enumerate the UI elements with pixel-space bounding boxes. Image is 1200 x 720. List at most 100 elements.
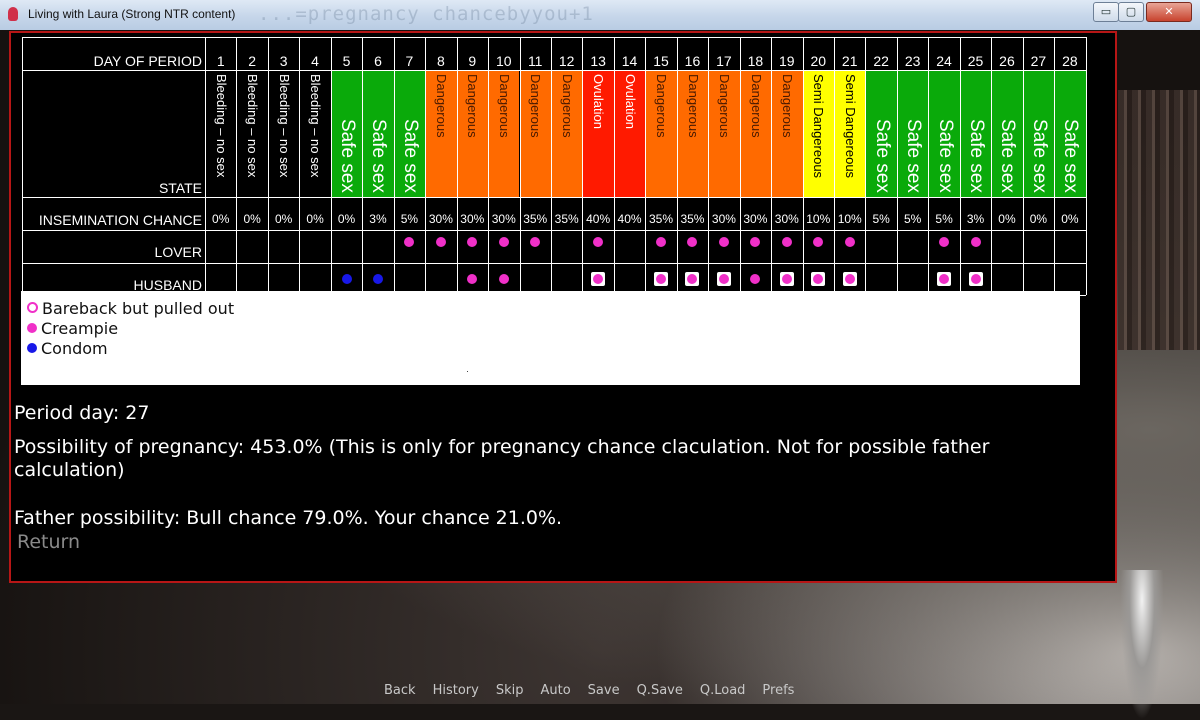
lover-creampie-marker: [687, 237, 698, 247]
grid-line-v: [1085, 37, 1087, 295]
state-label: Safe sex: [903, 119, 925, 193]
state-label: Safe sex: [965, 119, 987, 193]
insemination-chance: 0%: [337, 212, 356, 226]
husband-pulled-marker: [937, 272, 952, 286]
quick-menu-skip[interactable]: Skip: [496, 683, 524, 698]
quick-menu-prefs[interactable]: Prefs: [762, 683, 794, 698]
quick-menu-qload[interactable]: Q.Load: [700, 683, 746, 698]
husband-pulled-marker: [591, 272, 606, 286]
period-day-text: Period day: 27: [14, 402, 150, 424]
husband-pulled-marker: [811, 272, 826, 286]
state-label: Safe sex: [997, 119, 1019, 193]
close-button[interactable]: ✕: [1146, 2, 1192, 22]
state-label: Safe sex: [934, 119, 956, 193]
day-number: 22: [873, 53, 889, 69]
quick-menu-auto[interactable]: Auto: [540, 683, 570, 698]
period-dialog: DAY OF PERIOD STATE INSEMINATION CHANCE …: [9, 31, 1117, 583]
insemination-chance: 0%: [1061, 212, 1079, 226]
state-cell-dangerous: Dangerous: [709, 71, 740, 197]
grid-line-h: [22, 230, 1086, 231]
legend-condom-label: Condom: [41, 339, 108, 358]
insemination-chance: 30%: [460, 212, 485, 226]
state-label: Dangerous: [559, 74, 575, 138]
day-number: 18: [747, 53, 764, 69]
insemination-chance: 30%: [743, 212, 768, 226]
state-label: Safe sex: [336, 119, 358, 193]
state-cell-safe: Safe sex: [363, 71, 394, 197]
state-label: Safe sex: [1028, 119, 1050, 193]
state-label: Bleeding – no sex: [213, 74, 229, 178]
insemination-chance: 3%: [369, 212, 387, 226]
state-cell-dangerous: Dangerous: [551, 71, 583, 197]
insemination-chance: 30%: [711, 212, 736, 226]
insemination-chance: 30%: [774, 212, 799, 226]
day-number: 16: [684, 53, 701, 69]
state-label: Safe sex: [1060, 119, 1082, 193]
day-number: 5: [342, 53, 351, 69]
state-cell-safe: Safe sex: [992, 71, 1023, 197]
insemination-chance: 35%: [554, 212, 579, 226]
lover-creampie-marker: [750, 237, 761, 247]
state-label: Bleeding – no sex: [245, 74, 261, 178]
husband-creampie-marker: [467, 274, 478, 284]
quick-menu-qsave[interactable]: Q.Save: [637, 683, 683, 698]
day-number: 6: [374, 53, 382, 69]
day-number: 20: [810, 53, 827, 69]
state-label: Dangerous: [496, 74, 512, 138]
insemination-chance: 35%: [680, 212, 705, 226]
return-button[interactable]: Return: [17, 531, 80, 553]
insemination-chance: 0%: [212, 212, 230, 226]
state-label: Dangerous: [465, 74, 481, 138]
lover-creampie-marker: [781, 237, 792, 247]
state-cell-safe: Safe sex: [897, 71, 929, 197]
state-label: Dangerous: [748, 74, 764, 138]
legend-creampie: Creampie: [27, 319, 118, 339]
state-cell-semi: Semi Dangereous: [803, 71, 834, 197]
state-label: Bleeding – no sex: [308, 74, 324, 178]
day-number: 7: [405, 53, 414, 69]
husband-creampie-marker: [750, 274, 761, 284]
day-number: 28: [1062, 53, 1078, 69]
quick-menu: Back History Skip Auto Save Q.Save Q.Load Prefs: [384, 679, 811, 698]
day-number: 12: [558, 53, 575, 69]
app-icon: [8, 7, 18, 21]
row-label-lover: LOVER: [154, 244, 202, 260]
state-label: Dangerous: [528, 74, 544, 138]
husband-pulled-marker: [968, 272, 983, 286]
background-title-text: ...=pregnancy chancebyyou+1: [258, 3, 594, 25]
husband-creampie-marker: [498, 274, 509, 284]
state-label: Dangerous: [654, 74, 670, 138]
insemination-chance: 0%: [243, 212, 261, 226]
quick-menu-save[interactable]: Save: [588, 683, 620, 698]
row-label-insemination: INSEMINATION CHANCE: [38, 212, 202, 228]
state-cell-dangerous: Dangerous: [489, 71, 520, 197]
day-number: 8: [436, 53, 445, 69]
lover-creampie-marker: [844, 237, 855, 247]
state-label: Safe sex: [871, 119, 893, 193]
husband-pulled-marker: [685, 272, 700, 286]
lover-creampie-marker: [939, 237, 950, 247]
state-label: Dangerous: [779, 74, 795, 138]
quick-menu-back[interactable]: Back: [384, 683, 416, 698]
insemination-chance: 5%: [935, 212, 953, 226]
pregnancy-possibility-text-cont: calculation): [14, 459, 125, 481]
window-titlebar: Living with Laura (Strong NTR content) .…: [0, 0, 1200, 31]
state-cell-bleeding: Bleeding – no sex: [206, 71, 237, 197]
lover-creampie-marker: [404, 237, 415, 247]
maximize-button[interactable]: ▢: [1118, 2, 1144, 22]
state-cell-dangerous: Dangerous: [646, 71, 677, 197]
wall-panel: [1118, 90, 1200, 350]
quick-menu-history[interactable]: History: [433, 683, 479, 698]
state-cell-bleeding: Bleeding – no sex: [237, 71, 268, 197]
state-cell-dangerous: Dangerous: [772, 71, 803, 197]
insemination-chance: 0%: [1029, 212, 1048, 226]
state-label: Dangerous: [434, 74, 450, 138]
insemination-chance: 30%: [428, 212, 453, 226]
day-number: 25: [967, 53, 984, 69]
legend-creampie-label: Creampie: [41, 319, 119, 338]
minimize-button[interactable]: ▭: [1093, 2, 1119, 22]
row-label-state: STATE: [158, 180, 202, 196]
insemination-chance: 35%: [649, 212, 674, 226]
day-number: 3: [279, 53, 288, 69]
day-number: 10: [495, 53, 512, 69]
